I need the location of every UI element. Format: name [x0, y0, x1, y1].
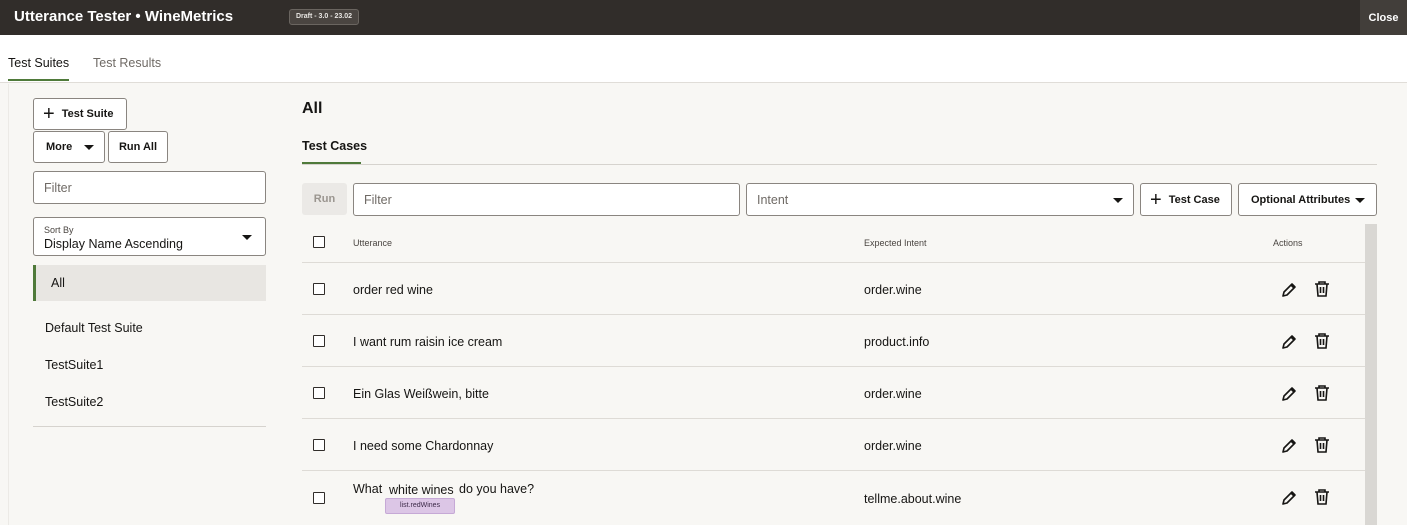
- delete-icon[interactable]: [1313, 280, 1331, 298]
- column-header-expected-intent: Expected Intent: [864, 238, 927, 248]
- add-test-case-button[interactable]: + Test Case: [1140, 183, 1232, 216]
- row-checkbox[interactable]: [313, 335, 325, 347]
- delete-icon[interactable]: [1313, 436, 1331, 454]
- utterance-cell: Ein Glas Weißwein, bitte: [353, 387, 489, 401]
- utterance-prefix: What: [353, 482, 383, 496]
- row-divider: [302, 366, 1365, 367]
- column-header-utterance: Utterance: [353, 238, 393, 248]
- tab-test-suites[interactable]: Test Suites: [8, 56, 69, 70]
- plus-icon: +: [1150, 188, 1162, 211]
- caret-down-icon: [242, 235, 252, 240]
- row-divider: [302, 470, 1365, 471]
- row-divider: [302, 262, 1365, 263]
- suite-item-testsuite2[interactable]: TestSuite2: [45, 395, 103, 409]
- add-test-suite-button[interactable]: + Test Suite: [33, 98, 127, 130]
- delete-icon[interactable]: [1313, 488, 1331, 506]
- intent-cell: product.info: [864, 335, 930, 349]
- edit-icon[interactable]: [1280, 385, 1298, 403]
- select-all-checkbox[interactable]: [313, 236, 325, 248]
- row-checkbox[interactable]: [313, 387, 325, 399]
- entity-tag[interactable]: list.redWines: [385, 498, 456, 514]
- more-label: More: [46, 141, 73, 153]
- caret-down-icon: [1355, 198, 1365, 203]
- page-title: All: [302, 100, 323, 117]
- delete-icon[interactable]: [1313, 384, 1331, 402]
- intent-cell: order.wine: [864, 439, 922, 453]
- sort-select[interactable]: Sort By Display Name Ascending: [33, 217, 266, 256]
- caret-down-icon: [84, 144, 95, 150]
- utterance-cell: I want rum raisin ice cream: [353, 335, 503, 349]
- intent-cell: tellme.about.wine: [864, 492, 962, 506]
- suite-item-all[interactable]: All: [33, 265, 266, 301]
- app-header: Utterance Tester • WineMetrics Draft - 3…: [0, 0, 1407, 35]
- utterance-cell: I need some Chardonnay: [353, 439, 494, 453]
- tab-test-cases[interactable]: Test Cases: [302, 139, 367, 153]
- edit-icon[interactable]: [1280, 281, 1298, 299]
- plus-icon: +: [43, 103, 55, 125]
- suite-item-default[interactable]: Default Test Suite: [45, 321, 143, 335]
- close-button[interactable]: Close: [1360, 0, 1407, 35]
- optional-attributes-label: Optional Attributes: [1251, 193, 1351, 206]
- row-checkbox[interactable]: [313, 492, 325, 504]
- table-scrollbar[interactable]: [1365, 224, 1377, 525]
- row-checkbox[interactable]: [313, 283, 325, 295]
- subtab-divider: [302, 164, 1377, 165]
- active-tab-indicator: [8, 79, 69, 81]
- sort-caption: Sort By: [44, 225, 74, 235]
- intent-cell: order.wine: [864, 283, 922, 297]
- optional-attributes-button[interactable]: Optional Attributes: [1238, 183, 1377, 216]
- row-divider: [302, 314, 1365, 315]
- add-test-suite-label: Test Suite: [61, 108, 114, 120]
- utterance-suffix: do you have?: [459, 482, 535, 496]
- delete-icon[interactable]: [1313, 332, 1331, 350]
- app-title: Utterance Tester • WineMetrics: [14, 8, 234, 25]
- intent-placeholder: Intent: [757, 192, 789, 207]
- run-button[interactable]: Run: [302, 183, 347, 215]
- row-checkbox[interactable]: [313, 439, 325, 451]
- sort-value: Display Name Ascending: [44, 237, 183, 251]
- utterance-cell: order red wine: [353, 283, 433, 297]
- suite-list-divider: [33, 426, 266, 427]
- suite-filter-input[interactable]: Filter: [33, 171, 266, 204]
- edit-icon[interactable]: [1280, 489, 1298, 507]
- add-test-case-label: Test Case: [1168, 193, 1220, 206]
- run-all-button[interactable]: Run All: [108, 131, 168, 163]
- test-cases-table: [302, 224, 1365, 525]
- intent-cell: order.wine: [864, 387, 922, 401]
- tab-bar: Test Suites Test Results: [0, 35, 1407, 83]
- row-divider: [302, 418, 1365, 419]
- tab-test-results[interactable]: Test Results: [93, 56, 161, 70]
- edit-icon[interactable]: [1280, 333, 1298, 351]
- edit-icon[interactable]: [1280, 437, 1298, 455]
- version-badge: Draft - 3.0 - 23.02: [289, 9, 360, 25]
- intent-select[interactable]: Intent: [746, 183, 1134, 216]
- entity-highlight[interactable]: white wines: [389, 483, 454, 497]
- suite-item-label: All: [51, 276, 65, 290]
- more-menu-button[interactable]: More: [33, 131, 105, 163]
- column-header-actions: Actions: [1273, 238, 1303, 248]
- suite-item-testsuite1[interactable]: TestSuite1: [45, 358, 103, 372]
- caret-down-icon: [1113, 198, 1123, 203]
- test-case-filter-input[interactable]: Filter: [353, 183, 740, 216]
